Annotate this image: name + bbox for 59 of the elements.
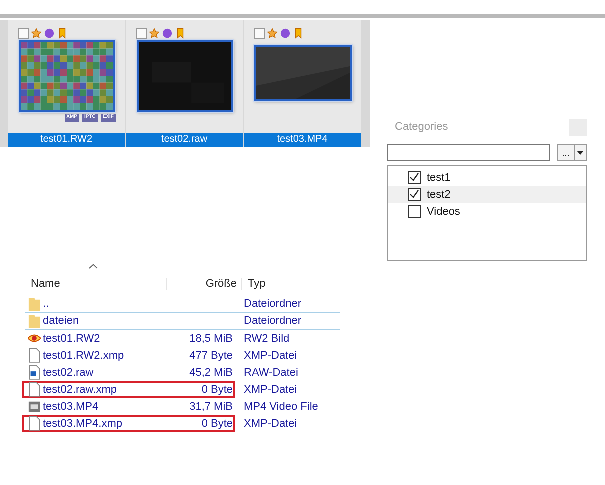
thumbnail-caption: test01.RW2 [8,133,125,147]
checkbox[interactable] [254,28,265,38]
file-name[interactable]: test02.raw [43,366,94,378]
star-icon[interactable] [31,28,42,38]
file-type: MP4 Video File [244,400,318,412]
search-field[interactable] [387,144,550,161]
file-icon [28,348,41,363]
file-name[interactable]: test01.RW2.xmp [43,350,124,362]
file-size: 0 Byte [202,418,233,430]
file-name[interactable]: dateien [43,315,80,327]
thumbnail-caption: test03.MP4 [244,133,361,147]
file-type: XMP-Datei [244,350,298,362]
thumbnail-cell[interactable]: test03.MP4 [244,20,361,147]
circle-icon[interactable] [280,28,291,38]
checkbox[interactable] [18,28,29,38]
file-icon [28,416,41,431]
file-type: Dateiordner [244,298,302,310]
column-header[interactable]: Größe [206,278,237,290]
thumbnail-caption: test02.raw [126,133,243,147]
file-name[interactable]: test03.MP4.xmp [43,418,122,430]
circle-icon[interactable] [44,28,55,38]
file-size: 31,7 MiB [190,400,233,412]
checkbox[interactable] [408,205,421,218]
file-type: XMP-Datei [244,384,298,396]
category-item[interactable]: test1 [388,169,586,186]
checkbox[interactable] [136,28,147,38]
panel-title: Categories [395,121,448,133]
file-name[interactable]: test01.RW2 [43,332,100,344]
checkbox[interactable] [408,171,421,184]
file-size: 18,5 MiB [190,332,233,344]
file-type: Dateiordner [244,315,302,327]
checkbox[interactable] [408,188,421,201]
image-file-icon [28,365,41,380]
star-icon[interactable] [267,28,278,38]
file-type: RAW-Datei [244,366,298,378]
film-icon [28,399,41,414]
file-size: 477 Byte [190,350,233,362]
file-type: RW2 Bild [244,332,290,344]
column-header[interactable]: Typ [248,278,266,290]
category-item[interactable]: Videos [388,203,586,220]
file-icon [28,382,41,397]
file-name[interactable]: test02.raw.xmp [43,384,117,396]
file-type: XMP-Datei [244,418,298,430]
circle-icon[interactable] [162,28,173,38]
category-item[interactable]: test2 [388,186,586,203]
file-name[interactable]: test03.MP4 [43,400,99,412]
star-icon[interactable] [149,28,160,38]
folder-icon [28,314,41,328]
thumbnail-cell[interactable]: test02.raw [126,20,243,147]
bookmark-icon[interactable] [293,28,304,38]
file-size: 0 Byte [202,384,233,396]
folder-icon [28,296,41,312]
file-name[interactable]: .. [43,298,50,310]
bookmark-icon[interactable] [57,28,68,38]
bookmark-icon[interactable] [175,28,186,38]
column-header[interactable]: Name [31,278,60,290]
caret-icon [577,150,584,154]
file-size: 45,2 MiB [190,366,233,378]
sort-icon[interactable] [89,264,98,269]
